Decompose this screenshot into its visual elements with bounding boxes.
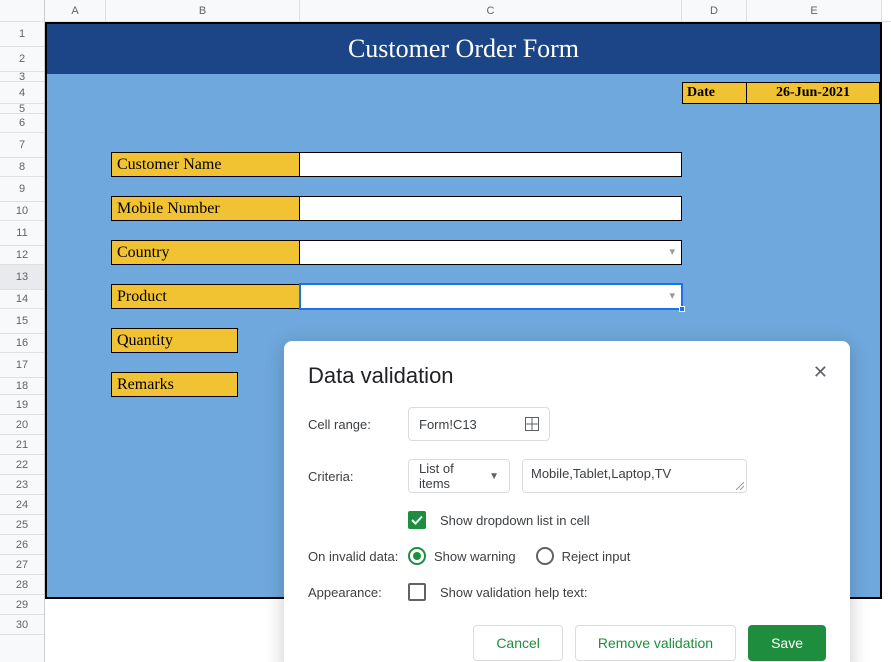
row-headers: 1234567891011121314151617181920212223242… [0,22,45,662]
reject-input-label: Reject input [562,549,631,564]
form-title: Customer Order Form [348,34,579,64]
row-header-4[interactable]: 4 [0,82,44,104]
mobile-number-input[interactable] [300,196,682,221]
invalid-data-label: On invalid data: [308,549,408,564]
help-text-label: Show validation help text: [440,585,587,600]
product-dropdown[interactable] [300,284,682,309]
row-header-20[interactable]: 20 [0,415,44,435]
reject-input-radio[interactable] [536,547,554,565]
form-title-bar: Customer Order Form [47,24,880,74]
dialog-title: Data validation [308,363,826,389]
country-label: Country [111,240,300,265]
show-dropdown-checkbox[interactable] [408,511,426,529]
row-header-29[interactable]: 29 [0,595,44,615]
row-header-2[interactable]: 2 [0,47,44,72]
row-header-3[interactable]: 3 [0,72,44,82]
row-header-12[interactable]: 12 [0,246,44,265]
product-label: Product [111,284,300,309]
row-header-11[interactable]: 11 [0,221,44,246]
col-header-E[interactable]: E [747,0,882,21]
close-icon[interactable]: ✕ [813,363,828,381]
row-header-19[interactable]: 19 [0,395,44,415]
row-header-9[interactable]: 9 [0,177,44,202]
show-warning-radio[interactable] [408,547,426,565]
row-header-13[interactable]: 13 [0,265,44,290]
col-header-A[interactable]: A [45,0,106,21]
date-label: Date [682,82,747,104]
col-header-B[interactable]: B [106,0,300,21]
row-header-27[interactable]: 27 [0,555,44,575]
col-header-D[interactable]: D [682,0,747,21]
row-header-28[interactable]: 28 [0,575,44,595]
row-header-22[interactable]: 22 [0,455,44,475]
show-warning-label: Show warning [434,549,516,564]
help-text-checkbox[interactable] [408,583,426,601]
customer-name-input[interactable] [300,152,682,177]
show-dropdown-label: Show dropdown list in cell [440,513,590,528]
criteria-label: Criteria: [308,469,408,484]
resize-handle-icon[interactable] [736,482,744,490]
cell-range-input[interactable]: Form!C13 [408,407,550,441]
date-row: Date 26-Jun-2021 [682,82,880,104]
row-header-8[interactable]: 8 [0,158,44,177]
customer-name-label: Customer Name [111,152,300,177]
mobile-number-label: Mobile Number [111,196,300,221]
date-value: 26-Jun-2021 [747,82,880,104]
row-header-25[interactable]: 25 [0,515,44,535]
cancel-button[interactable]: Cancel [473,625,563,661]
save-button[interactable]: Save [748,625,826,661]
remove-validation-button[interactable]: Remove validation [575,625,736,661]
remarks-label: Remarks [111,372,238,397]
quantity-label: Quantity [111,328,238,353]
select-all-corner[interactable] [0,0,45,21]
appearance-label: Appearance: [308,585,408,600]
spreadsheet-grid[interactable]: Customer Order Form Date 26-Jun-2021 Cus… [45,22,891,662]
row-header-10[interactable]: 10 [0,202,44,221]
cell-range-value: Form!C13 [419,417,477,432]
row-header-23[interactable]: 23 [0,475,44,495]
col-header-C[interactable]: C [300,0,682,21]
row-header-18[interactable]: 18 [0,378,44,395]
row-header-14[interactable]: 14 [0,290,44,309]
criteria-value-input[interactable]: Mobile,Tablet,Laptop,TV [522,459,747,493]
row-header-21[interactable]: 21 [0,435,44,455]
chevron-down-icon: ▼ [489,471,499,482]
grid-select-icon[interactable] [525,417,539,431]
row-header-26[interactable]: 26 [0,535,44,555]
column-headers: A B C D E [0,0,891,22]
row-header-5[interactable]: 5 [0,104,44,114]
row-header-16[interactable]: 16 [0,334,44,353]
row-header-15[interactable]: 15 [0,309,44,334]
data-validation-dialog: Data validation ✕ Cell range: Form!C13 C… [284,341,850,662]
criteria-type-dropdown[interactable]: List of items▼ [408,459,510,493]
row-header-6[interactable]: 6 [0,114,44,133]
row-header-7[interactable]: 7 [0,133,44,158]
row-header-30[interactable]: 30 [0,615,44,635]
cell-range-label: Cell range: [308,417,408,432]
country-dropdown[interactable] [300,240,682,265]
row-header-1[interactable]: 1 [0,22,44,47]
row-header-17[interactable]: 17 [0,353,44,378]
row-header-24[interactable]: 24 [0,495,44,515]
